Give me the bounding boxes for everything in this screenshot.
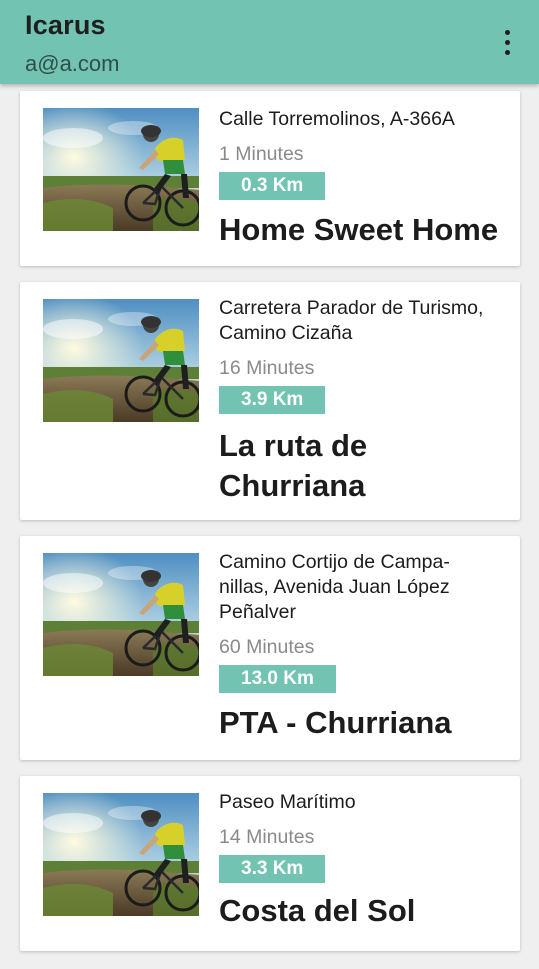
distance-badge: 3.3 Km [219,855,326,883]
cyclist-photo [43,108,199,231]
app-title: Icarus [25,10,106,40]
route-card[interactable]: Paseo Marítimo 14 Minutes 3.3 Km Costa d… [20,776,520,951]
cyclist-image [43,108,199,231]
menu-dot [504,39,510,45]
cyclist-image [43,553,199,676]
cyclist-photo [43,299,199,422]
route-duration: 16 Minutes [219,357,315,379]
distance-badge: 0.3 Km [219,172,326,200]
route-address: Camino Cortijo de Campa- nillas, Avenida… [219,551,450,623]
menu-dot [504,49,510,55]
route-duration: 60 Minutes [219,636,315,658]
route-card[interactable]: Carretera Parador de Turismo, Camino Ciz… [20,282,520,520]
route-address: Paseo Marítimo [219,791,356,813]
route-card[interactable]: Calle Torremolinos, A-366A 1 Minutes 0.3… [20,91,520,266]
route-name: PTA - Churriana [219,705,452,740]
cyclist-image [43,793,199,916]
distance-badge: 3.9 Km [219,386,326,414]
route-duration: 1 Minutes [219,143,304,165]
user-email: a@a.com [25,51,120,76]
menu-dot [504,29,510,35]
route-duration: 14 Minutes [219,826,315,848]
app-bar: Icarus a@a.com [0,0,539,84]
route-address: Carretera Parador de Turismo, Camino Ciz… [219,297,484,344]
route-address: Calle Torremolinos, A-366A [219,108,455,130]
cyclist-photo [43,793,199,916]
route-name: Costa del Sol [219,893,416,928]
distance-badge: 13.0 Km [219,665,336,693]
route-name: Home Sweet Home [219,212,499,247]
more-vert-icon[interactable] [490,20,524,64]
cyclist-image [43,299,199,422]
route-name: La ruta de Churriana [219,428,368,503]
cyclist-photo [43,553,199,676]
route-card[interactable]: Camino Cortijo de Campa- nillas, Avenida… [20,536,520,760]
